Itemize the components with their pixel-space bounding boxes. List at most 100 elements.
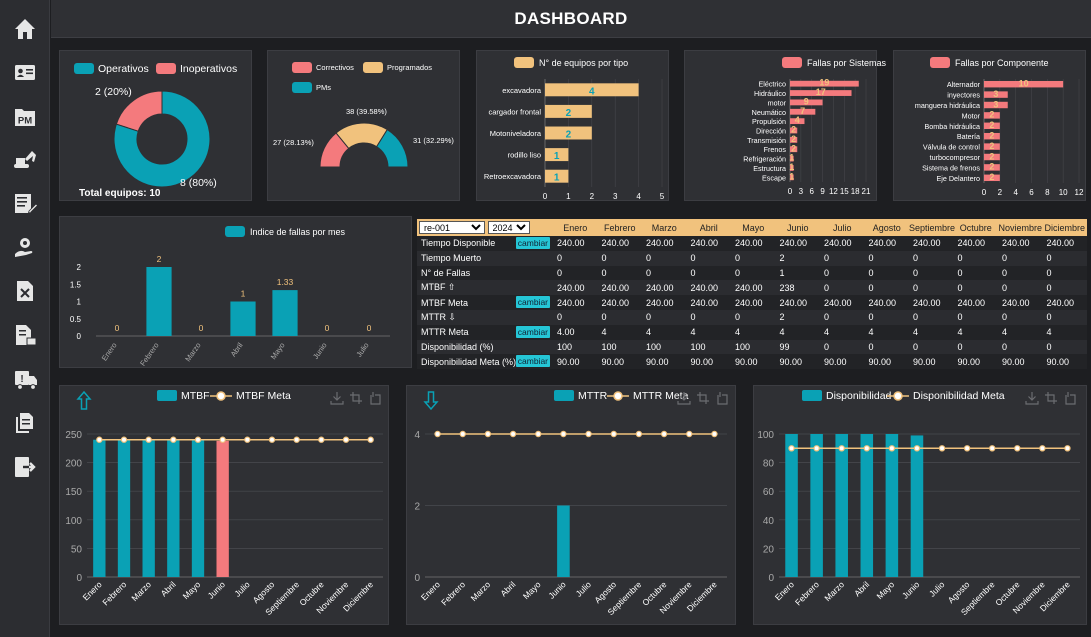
download-icon[interactable]	[330, 392, 344, 405]
legend-line-swatch[interactable]	[613, 391, 623, 401]
bar[interactable]	[117, 439, 131, 577]
bar[interactable]	[167, 439, 180, 577]
legend-pms-swatch[interactable]	[292, 82, 312, 93]
goal-point[interactable]	[145, 436, 152, 443]
goal-point[interactable]	[170, 436, 177, 443]
goal-point[interactable]	[913, 445, 921, 452]
sidebar-item-document-lock[interactable]	[8, 320, 42, 350]
goal-point[interactable]	[711, 430, 718, 438]
bar[interactable]	[910, 435, 924, 577]
legend-swatch[interactable]	[930, 57, 950, 68]
goal-point[interactable]	[219, 436, 226, 443]
goal-point[interactable]	[989, 445, 996, 452]
goal-point[interactable]	[838, 445, 845, 452]
goal-point[interactable]	[367, 436, 374, 443]
goal-point[interactable]	[1039, 445, 1046, 452]
bar[interactable]	[142, 439, 155, 577]
goal-point[interactable]	[660, 430, 668, 438]
goal-point[interactable]	[434, 430, 441, 438]
legend-swatch[interactable]	[225, 226, 245, 237]
legend-line-swatch[interactable]	[893, 391, 903, 401]
sidebar-item-id-card[interactable]	[8, 57, 42, 87]
goal-point[interactable]	[509, 430, 517, 438]
restore-icon[interactable]	[370, 392, 381, 405]
goal-point[interactable]	[318, 436, 325, 443]
sidebar-item-document-tools[interactable]	[8, 276, 42, 306]
legend-programados-swatch[interactable]	[363, 62, 383, 73]
legend-correctivos-text[interactable]: Correctivos	[316, 63, 354, 72]
change-button[interactable]: cambiar	[515, 355, 550, 368]
goal-point[interactable]	[293, 436, 300, 443]
change-button[interactable]: cambiar	[515, 237, 550, 249]
bar[interactable]	[557, 505, 570, 578]
goal-point[interactable]	[938, 445, 946, 452]
goal-point[interactable]	[1064, 445, 1071, 452]
legend-bar-swatch[interactable]	[554, 390, 574, 401]
goal-point[interactable]	[484, 430, 492, 438]
equipment-select[interactable]: re-001	[419, 221, 485, 234]
sidebar-item-list-edit[interactable]	[8, 188, 42, 218]
bar[interactable]	[810, 434, 823, 577]
goal-point[interactable]	[268, 436, 276, 443]
sidebar-item-home[interactable]	[8, 14, 42, 44]
legend-operativos-swatch[interactable]	[74, 63, 94, 74]
goal-point[interactable]	[535, 430, 542, 438]
goal-point[interactable]	[459, 430, 466, 438]
legend-line-swatch[interactable]	[216, 391, 226, 401]
bar[interactable]	[835, 434, 848, 577]
goal-point[interactable]	[635, 430, 643, 438]
goal-point[interactable]	[963, 445, 971, 452]
goal-point[interactable]	[888, 445, 896, 452]
sidebar-item-gear-hand[interactable]	[8, 232, 42, 262]
legend-bar-swatch[interactable]	[157, 390, 177, 401]
restore-icon[interactable]	[1065, 392, 1076, 405]
goal-point[interactable]	[120, 436, 128, 443]
crop-icon[interactable]	[697, 392, 709, 404]
goal-point[interactable]	[610, 430, 617, 438]
crop-icon[interactable]	[350, 392, 362, 404]
legend-correctivos-swatch[interactable]	[292, 62, 312, 73]
year-select[interactable]: 2024	[487, 221, 530, 234]
bar[interactable]	[860, 434, 874, 577]
legend-line-text[interactable]: MTTR Meta	[633, 390, 689, 402]
bar[interactable]	[146, 267, 172, 336]
legend-swatch[interactable]	[514, 57, 534, 68]
legend-programados-text[interactable]: Programados	[387, 63, 432, 72]
goal-point[interactable]	[788, 445, 795, 452]
goal-point[interactable]	[1014, 445, 1021, 452]
legend-pms-text[interactable]: PMs	[316, 83, 331, 92]
legend-bar-text[interactable]: MTTR	[578, 390, 608, 402]
sidebar-item-logout[interactable]	[8, 452, 42, 482]
download-icon[interactable]	[1025, 392, 1039, 405]
legend-text[interactable]: N° de equipos por tipo	[539, 58, 628, 68]
legend-bar-text[interactable]: MTBF	[181, 390, 210, 402]
goal-point[interactable]	[342, 436, 350, 443]
goal-point[interactable]	[244, 436, 251, 443]
goal-point[interactable]	[686, 430, 693, 438]
bar[interactable]	[885, 434, 899, 577]
sidebar-item-documents[interactable]	[8, 408, 42, 438]
legend-inoperativos-text[interactable]: Inoperativos	[180, 63, 237, 75]
legend-line-text[interactable]: MTBF Meta	[236, 390, 291, 402]
bar[interactable]	[191, 439, 205, 577]
goal-point[interactable]	[194, 436, 202, 443]
sidebar-item-delivery-truck[interactable]: !	[8, 364, 42, 394]
legend-inoperativos-swatch[interactable]	[156, 63, 176, 74]
goal-point[interactable]	[813, 445, 820, 452]
sidebar-item-pm-folder[interactable]: PM	[8, 102, 42, 132]
bar[interactable]	[93, 439, 106, 577]
goal-point[interactable]	[863, 445, 870, 452]
bar[interactable]	[216, 440, 229, 577]
change-button[interactable]: cambiar	[515, 325, 550, 338]
legend-text[interactable]: Fallas por Componente	[955, 58, 1049, 68]
bar[interactable]	[785, 434, 798, 577]
legend-operativos-text[interactable]: Operativos	[98, 63, 149, 75]
goal-point[interactable]	[585, 430, 592, 438]
legend-text[interactable]: Indice de fallas por mes	[250, 227, 346, 237]
sidebar-item-excavator[interactable]	[8, 144, 42, 174]
legend-bar-text[interactable]: Disponibilidad	[826, 390, 892, 402]
legend-swatch[interactable]	[782, 57, 802, 68]
bar[interactable]	[272, 290, 298, 336]
legend-line-text[interactable]: Disponibilidad Meta	[913, 390, 1005, 402]
crop-icon[interactable]	[1045, 392, 1057, 404]
